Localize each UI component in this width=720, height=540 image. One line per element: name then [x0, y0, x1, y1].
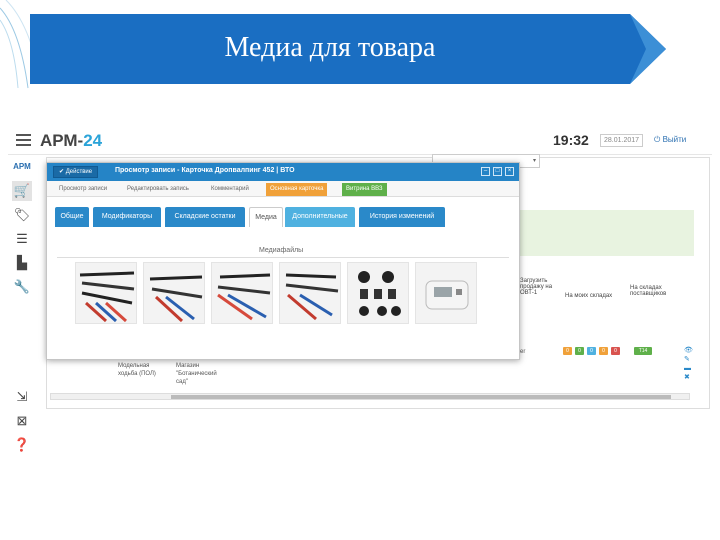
column-header-supplier-warehouses: На складах поставщиков — [630, 285, 667, 297]
status-tag: T14 — [634, 347, 652, 355]
action-button[interactable]: ✔ Действие — [53, 166, 99, 178]
sidebar-logo: АРМ — [13, 162, 31, 171]
maximize-icon[interactable]: □ — [493, 167, 502, 176]
close-box-icon[interactable]: ⊠ — [12, 411, 32, 431]
media-thumbnail[interactable] — [347, 262, 409, 324]
logout-link[interactable]: ⏻ Выйти — [654, 135, 686, 145]
app-topbar: АРМ-24 19:32 28.01.2017 ⏻ Выйти — [8, 127, 712, 155]
status-badge: 0 — [611, 347, 620, 355]
hamburger-menu-icon[interactable] — [16, 134, 31, 146]
list-icon[interactable]: ☰ — [12, 229, 32, 249]
app-logo: АРМ-24 — [40, 131, 103, 150]
tab-history[interactable]: История изменений — [359, 207, 445, 227]
slide-title: Медиа для товара — [224, 32, 436, 63]
tab-media[interactable]: Медиа — [249, 207, 283, 227]
tags-icon[interactable]: 🏷 — [12, 205, 32, 225]
sub-toolbar: Просмотр записи Редактировать запись Ком… — [47, 181, 519, 197]
subtab-main-card[interactable]: Основная карточка — [266, 183, 328, 196]
subtab-view[interactable]: Просмотр записи — [55, 183, 111, 196]
media-thumbnail[interactable] — [415, 262, 477, 324]
clock: 19:32 — [553, 132, 589, 148]
media-thumbnail[interactable] — [211, 262, 273, 324]
modal-tabs: Общие Модификаторы Складские остатки Мед… — [53, 207, 513, 227]
divider — [57, 257, 509, 258]
close-icon[interactable]: × — [505, 167, 514, 176]
status-badge: 0 — [563, 347, 572, 355]
column-header-upload: Загрузить продажу на ОВТ-1 — [520, 278, 553, 296]
date-display: 28.01.2017 — [600, 134, 644, 147]
sidebar: АРМ 🛒 🏷 ☰ ▙ 🔧 ⇲ ⊠ ❓ — [8, 155, 36, 465]
column-header-my-warehouses: На моих складах — [565, 293, 613, 299]
tab-stock[interactable]: Складские остатки — [165, 207, 245, 227]
status-badge: 0 — [575, 347, 584, 355]
subtab-showcase[interactable]: Витрина ВВЗ — [342, 183, 387, 196]
cart-icon[interactable]: 🛒 — [12, 181, 32, 201]
status-badge: 0 — [587, 347, 596, 355]
horizontal-scrollbar[interactable] — [50, 393, 690, 400]
row-store: Магазин "Ботанический сад" — [176, 363, 217, 385]
slide-title-banner: Медиа для товара — [30, 14, 666, 84]
document-icon[interactable]: ▙ — [12, 253, 32, 273]
media-thumbnail[interactable] — [279, 262, 341, 324]
modal-title: Просмотр записи - Карточка Дропвалпинг 4… — [115, 167, 295, 174]
row-extra: er — [520, 349, 526, 355]
row-category: Модельная ходьба (ПОЛ) — [118, 363, 156, 377]
tab-modifiers[interactable]: Модификаторы — [93, 207, 161, 227]
modal-header: ✔ Действие Просмотр записи - Карточка Др… — [47, 163, 519, 181]
tab-general[interactable]: Общие — [55, 207, 89, 227]
media-thumbnail[interactable] — [143, 262, 205, 324]
subtab-edit[interactable]: Редактировать запись — [123, 183, 193, 196]
help-icon[interactable]: ❓ — [12, 435, 32, 455]
export-icon[interactable]: ⇲ — [12, 387, 32, 407]
minimize-icon[interactable]: – — [481, 167, 490, 176]
wrench-icon[interactable]: 🔧 — [12, 277, 32, 297]
media-thumbnail[interactable] — [75, 262, 137, 324]
subtab-comment[interactable]: Комментарий — [207, 183, 253, 196]
status-badge: 0 — [599, 347, 608, 355]
tab-additional[interactable]: Дополнительные — [285, 207, 355, 227]
row-actions-icon[interactable]: 👁 ✎ ▬ ✖ — [684, 346, 693, 382]
media-heading: Медиафайлы — [259, 247, 304, 254]
record-modal: ✔ Действие Просмотр записи - Карточка Др… — [46, 162, 520, 360]
